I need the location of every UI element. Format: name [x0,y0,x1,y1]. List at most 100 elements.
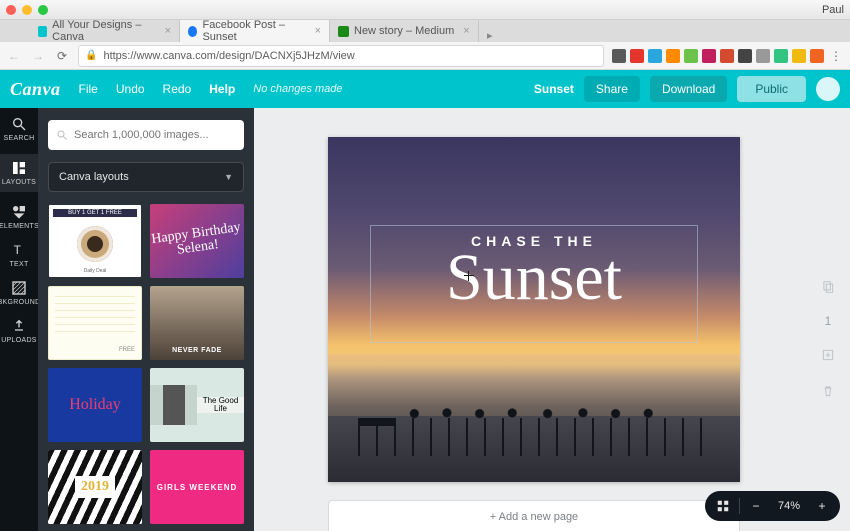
rail-layouts[interactable]: LAYOUTS [0,154,38,192]
rail-label: ELEMENTS [0,223,39,230]
extension-icon[interactable] [738,49,752,63]
extension-icon[interactable] [666,49,680,63]
rail-label: SEARCH [4,135,35,142]
favicon-facebook-icon [188,26,197,37]
delete-page-button[interactable] [819,382,837,400]
uploads-icon [11,318,27,334]
forward-button[interactable]: → [30,49,46,63]
grid-view-button[interactable] [711,494,735,518]
template-card[interactable]: GIRLS WEEKEND [150,450,244,524]
chrome-menu-button[interactable]: ⋮ [828,49,844,63]
close-tab-button[interactable]: × [165,25,171,37]
extension-icon[interactable] [702,49,716,63]
layouts-icon [11,160,27,176]
rail-search[interactable]: SEARCH [0,116,38,142]
zoom-out-button[interactable]: − [744,494,768,518]
extension-icon[interactable] [648,49,662,63]
chevron-down-icon: ▼ [224,172,233,182]
address-bar[interactable]: 🔒 https://www.canva.com/design/DACNXj5JH… [78,45,604,67]
menu-help[interactable]: Help [209,82,235,96]
favicon-medium-icon [338,26,349,37]
extension-icon[interactable] [810,49,824,63]
browser-toolbar: ← → ⟳ 🔒 https://www.canva.com/design/DAC… [0,42,850,70]
coffee-cup-icon [77,226,113,262]
app-topbar: Canva File Undo Redo Help No changes mad… [0,70,850,108]
layouts-panel: Canva layouts ▼ BUY 1 GET 1 FREE Daily D… [38,108,254,531]
tab-title: New story – Medium [354,25,454,37]
trash-icon [821,384,835,398]
browser-tab[interactable]: New story – Medium × [330,20,479,42]
rail-uploads[interactable]: UPLOADS [0,318,38,344]
template-text: The Good Life [197,397,244,413]
public-button[interactable]: Public [737,76,806,102]
template-card[interactable]: Holiday [48,368,142,442]
menu-file[interactable]: File [79,82,98,96]
background-icon [11,280,27,296]
browser-tab[interactable]: All Your Designs – Canva × [30,20,180,42]
template-text: FREE [119,347,135,353]
copy-page-button[interactable] [819,278,837,296]
add-new-page-button[interactable]: + Add a new page [328,500,740,531]
new-tab-button[interactable]: ▸ [479,29,501,42]
browser-tab[interactable]: Facebook Post – Sunset × [180,20,330,42]
artboard-page-1[interactable]: CHASE THE Sunset [328,137,740,482]
app-menu: File Undo Redo Help [79,82,236,96]
close-tab-button[interactable]: × [463,25,469,37]
rail-label: LAYOUTS [2,179,36,186]
text-element[interactable]: Sunset [328,245,740,311]
zoom-in-button[interactable]: + [810,494,834,518]
text-icon: T [11,242,27,258]
add-page-label: + Add a new page [490,511,578,523]
add-page-button[interactable] [819,346,837,364]
template-card[interactable]: The Good Life [150,368,244,442]
rail-label: TEXT [9,261,28,268]
template-card[interactable]: BUY 1 GET 1 FREE Daily Deal [48,204,142,278]
menu-redo[interactable]: Redo [163,82,192,96]
site-info-icon[interactable]: 🔒 [85,50,97,61]
elements-icon [11,204,27,220]
rail-text[interactable]: T TEXT [0,242,38,268]
pier-silhouette [358,396,710,456]
download-button[interactable]: Download [650,76,727,102]
template-card[interactable]: NEVER FADE [150,286,244,360]
extension-icon[interactable] [756,49,770,63]
rail-elements[interactable]: ELEMENTS [0,204,38,230]
close-window-button[interactable] [6,5,16,15]
template-card[interactable]: FREE [48,286,142,360]
zoom-control: − 74% + [705,491,840,521]
menu-undo[interactable]: Undo [116,82,145,96]
extension-icon[interactable] [612,49,626,63]
save-status: No changes made [253,83,342,95]
extension-icon[interactable] [720,49,734,63]
rail-label: BKGROUND [0,299,40,306]
search-field[interactable] [74,129,236,141]
zoom-percent[interactable]: 74% [772,500,806,512]
extension-icon[interactable] [684,49,698,63]
url-text: https://www.canva.com/design/DACNXj5JHzM… [103,50,354,62]
layout-category-select[interactable]: Canva layouts ▼ [48,162,244,192]
user-avatar[interactable] [816,77,840,101]
back-button[interactable]: ← [6,49,22,63]
minimize-window-button[interactable] [22,5,32,15]
zoom-window-button[interactable] [38,5,48,15]
close-tab-button[interactable]: × [315,25,321,37]
search-input[interactable] [48,120,244,150]
template-grid: BUY 1 GET 1 FREE Daily Deal Happy Birthd… [48,204,244,524]
share-button[interactable]: Share [584,76,640,102]
canva-logo[interactable]: Canva [10,79,61,100]
browser-tabstrip: All Your Designs – Canva × Facebook Post… [0,20,850,42]
reload-button[interactable]: ⟳ [54,49,70,63]
svg-text:T: T [14,243,22,257]
rail-background[interactable]: BKGROUND [0,280,38,306]
tool-rail: SEARCH LAYOUTS ELEMENTS T TEXT BKGROUND … [0,108,38,531]
document-name[interactable]: Sunset [534,82,574,96]
template-card[interactable]: 2019 [48,450,142,524]
template-text: 2019 [75,476,115,498]
canvas-area[interactable]: CHASE THE Sunset 1 [254,108,850,531]
extension-icon[interactable] [630,49,644,63]
search-icon [11,116,27,132]
favicon-canva-icon [38,26,47,37]
template-card[interactable]: Happy Birthday Selena! [150,204,244,278]
extension-icon[interactable] [774,49,788,63]
extension-icon[interactable] [792,49,806,63]
